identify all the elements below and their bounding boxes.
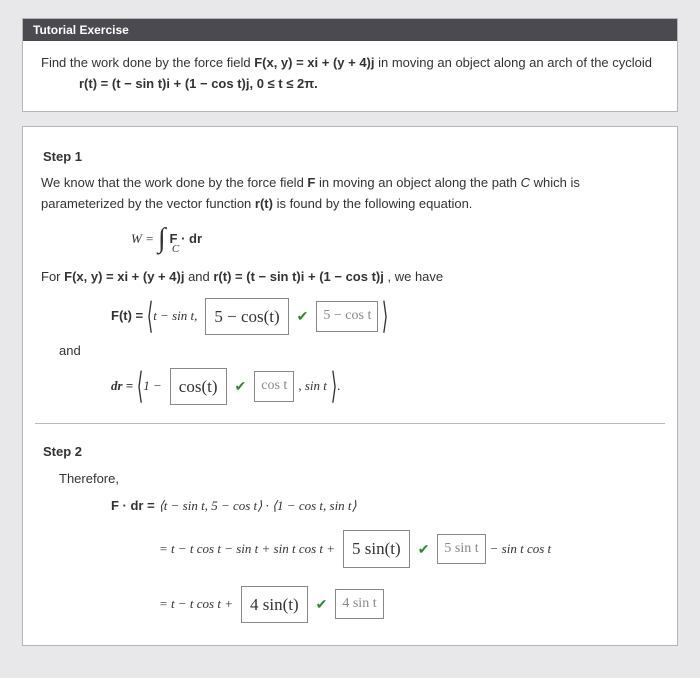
- steps-panel: Step 1 We know that the work done by the…: [22, 126, 678, 646]
- l3-pre: = t − t cos t +: [159, 594, 233, 615]
- angle-close-icon: ⟩: [331, 372, 337, 401]
- Ft-hint-box: 5 − cos t: [316, 301, 378, 331]
- steps-body: Step 1 We know that the work done by the…: [23, 127, 677, 645]
- for-a: For: [41, 269, 64, 284]
- fdr-line2: = t − t cos t − sin t + sin t cos t + 5 …: [159, 530, 659, 567]
- l3-answer-box[interactable]: 4 sin(t): [241, 586, 308, 623]
- step1-title: Step 1: [43, 147, 659, 168]
- s1r: r(t): [255, 196, 273, 211]
- check-icon: ✔: [316, 593, 328, 615]
- s1d: is found by the following equation.: [277, 196, 473, 211]
- angle-open-icon: ⟨: [147, 302, 153, 331]
- prompt-a: Find the work done by the force field: [41, 55, 254, 70]
- l2-post: − sin t cos t: [490, 539, 552, 560]
- for-r: r(t) = (t − sin t)i + (1 − cos t)j: [213, 269, 383, 284]
- s1b: in moving an object along the path: [319, 175, 521, 190]
- dr-first: 1 −: [143, 376, 162, 397]
- s1a: We know that the work done by the force …: [41, 175, 307, 190]
- separator: [35, 423, 665, 424]
- tutorial-body: Find the work done by the force field F(…: [23, 41, 677, 111]
- tutorial-panel: Tutorial Exercise Find the work done by …: [22, 18, 678, 112]
- integral-icon: ∫C: [158, 225, 166, 253]
- dr-line: dr = ⟨ 1 − cos(t) ✔ cos t , sin t ⟩.: [111, 368, 659, 405]
- fdr-lhs: F · dr =: [111, 496, 155, 517]
- and-label: and: [59, 341, 659, 362]
- check-icon: ✔: [235, 375, 247, 397]
- check-icon: ✔: [297, 305, 309, 327]
- for-line: For F(x, y) = xi + (y + 4)j and r(t) = (…: [41, 267, 659, 288]
- eq-W: W =: [131, 229, 154, 250]
- tutorial-prompt: Find the work done by the force field F(…: [41, 53, 659, 74]
- l2-answer-box[interactable]: 5 sin(t): [343, 530, 410, 567]
- r-def: r(t) = (t − sin t)i + (1 − cos t)j, 0 ≤ …: [79, 76, 318, 91]
- fdr-line1: F · dr = ⟨t − sin t, 5 − cos t⟩ · ⟨1 − c…: [111, 496, 659, 517]
- for-b: and: [188, 269, 213, 284]
- dr-hint-box: cos t: [254, 371, 294, 401]
- l3-hint-box: 4 sin t: [335, 589, 383, 619]
- Ft-lhs: F(t) =: [111, 306, 143, 327]
- l2-hint-box: 5 sin t: [437, 534, 485, 564]
- dr-tail: , sin t: [298, 376, 327, 397]
- tutorial-header: Tutorial Exercise: [23, 19, 677, 41]
- fdr-rhs: ⟨t − sin t, 5 − cos t⟩ · ⟨1 − cos t, sin…: [159, 496, 357, 517]
- dr-answer-box[interactable]: cos(t): [170, 368, 227, 405]
- sub-c: C: [172, 244, 179, 255]
- for-F: F(x, y) = xi + (y + 4)j: [64, 269, 184, 284]
- step1-intro: We know that the work done by the force …: [41, 173, 659, 215]
- therefore: Therefore,: [59, 469, 659, 490]
- angle-close-icon: ⟩: [382, 302, 388, 331]
- Ft-line: F(t) = ⟨ t − sin t, 5 − cos(t) ✔ 5 − cos…: [111, 298, 659, 335]
- Ft-answer-box[interactable]: 5 − cos(t): [205, 298, 288, 335]
- prompt-f: F(x, y) = xi + (y + 4)j: [254, 55, 374, 70]
- s1F: F: [307, 175, 315, 190]
- fdr-line3: = t − t cos t + 4 sin(t) ✔ 4 sin t: [159, 586, 659, 623]
- work-equation: W = ∫C F · dr: [131, 225, 659, 253]
- Ft-first: t − sin t,: [153, 306, 197, 327]
- r-line: r(t) = (t − sin t)i + (1 − cos t)j, 0 ≤ …: [79, 74, 659, 95]
- l2-pre: = t − t cos t − sin t + sin t cos t +: [159, 539, 335, 560]
- prompt-b: in moving an object along an arch of the…: [378, 55, 652, 70]
- check-icon: ✔: [418, 538, 430, 560]
- s1C: C: [521, 175, 530, 190]
- angle-open-icon: ⟨: [137, 372, 143, 401]
- for-c: , we have: [387, 269, 443, 284]
- dr-lhs: dr =: [111, 376, 133, 397]
- step2-title: Step 2: [43, 442, 659, 463]
